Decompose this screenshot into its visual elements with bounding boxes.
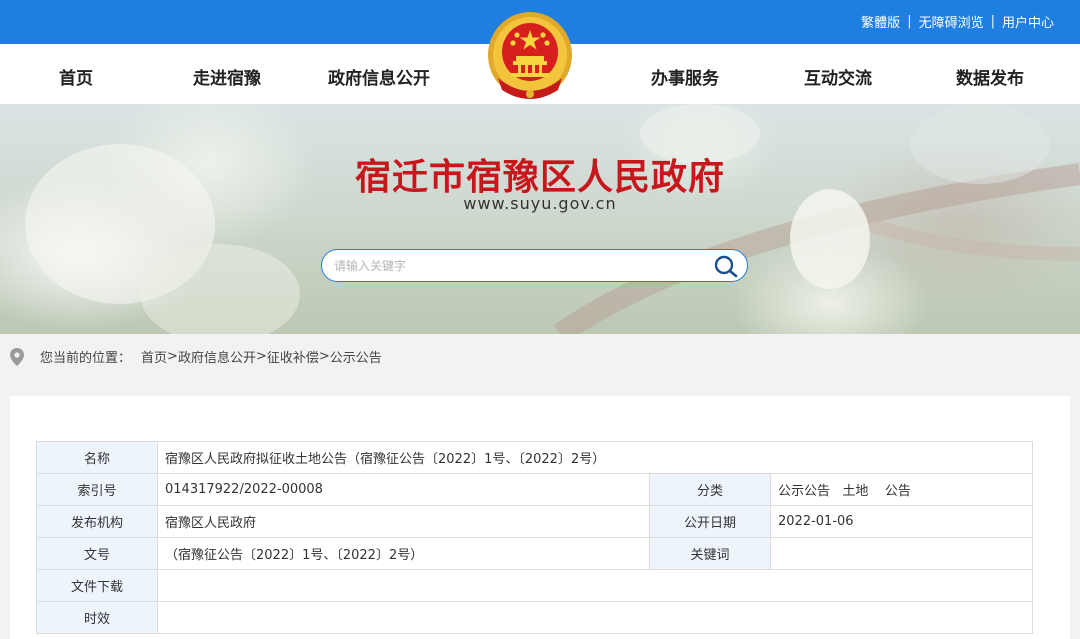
table-row: 时效	[36, 601, 1033, 634]
name-label: 名称	[36, 441, 158, 474]
document-info-table: 名称 宿豫区人民政府拟征收土地公告（宿豫征公告〔2022〕1号、〔2022〕2号…	[36, 441, 1033, 634]
site-title: 宿迁市宿豫区人民政府	[354, 156, 725, 198]
accessibility-link[interactable]: 无障碍浏览	[919, 12, 984, 31]
date-value: 2022-01-06	[770, 505, 1033, 538]
docno-value: （宿豫征公告〔2022〕1号、〔2022〕2号）	[157, 537, 650, 570]
search-icon[interactable]	[713, 254, 739, 278]
banner-background-image	[25, 104, 1080, 334]
keyword-value	[770, 537, 1033, 570]
search-box	[321, 249, 748, 282]
table-row: 文件下载	[36, 569, 1033, 602]
breadcrumb-gov-info[interactable]: 政府信息公开	[178, 347, 256, 366]
breadcrumb-separator: >	[255, 349, 267, 364]
index-value: 014317922/2022-00008	[157, 473, 650, 506]
breadcrumb-separator: >	[318, 349, 330, 364]
download-label: 文件下载	[36, 569, 158, 602]
search-input[interactable]	[334, 256, 704, 276]
divider: |	[990, 14, 995, 29]
breadcrumb-announcement[interactable]: 公示公告	[330, 347, 382, 366]
nav-item-interaction[interactable]: 互动交流	[804, 64, 872, 89]
category-value: 公示公告 土地 公告	[770, 473, 1033, 506]
validity-value	[157, 601, 1033, 634]
keyword-label: 关键词	[649, 537, 771, 570]
index-label: 索引号	[36, 473, 158, 506]
nav-item-about[interactable]: 走进宿豫	[193, 64, 261, 89]
date-label: 公开日期	[649, 505, 771, 538]
user-center-link[interactable]: 用户中心	[1002, 12, 1054, 31]
divider: |	[907, 14, 912, 29]
nav-item-gov-info[interactable]: 政府信息公开	[328, 64, 430, 89]
table-row: 索引号 014317922/2022-00008 分类 公示公告 土地 公告	[36, 473, 1033, 506]
breadcrumb-home[interactable]: 首页	[141, 347, 167, 366]
traditional-chinese-link[interactable]: 繁體版	[861, 12, 900, 31]
nav-item-services[interactable]: 办事服务	[651, 64, 719, 89]
hero-banner: 宿迁市宿豫区人民政府 www.suyu.gov.cn	[0, 104, 1080, 334]
national-emblem-icon[interactable]	[484, 8, 576, 104]
docno-label: 文号	[36, 537, 158, 570]
table-row: 文号 （宿豫征公告〔2022〕1号、〔2022〕2号） 关键词	[36, 537, 1033, 570]
org-value: 宿豫区人民政府	[157, 505, 650, 538]
breadcrumb: 您当前的位置： 首页 > 政府信息公开 > 征收补偿 > 公示公告	[10, 347, 382, 366]
nav-item-data[interactable]: 数据发布	[956, 64, 1024, 89]
nav-item-home[interactable]: 首页	[59, 64, 93, 89]
breadcrumb-bar: 您当前的位置： 首页 > 政府信息公开 > 征收补偿 > 公示公告	[0, 334, 1080, 378]
site-url: www.suyu.gov.cn	[463, 194, 617, 213]
download-value[interactable]	[157, 569, 1033, 602]
location-pin-icon	[10, 347, 24, 366]
top-links: 繁體版 | 无障碍浏览 | 用户中心	[861, 12, 1054, 31]
breadcrumb-lead: 您当前的位置：	[40, 351, 132, 366]
breadcrumb-compensation[interactable]: 征收补偿	[267, 347, 319, 366]
category-label: 分类	[649, 473, 771, 506]
table-row: 发布机构 宿豫区人民政府 公开日期 2022-01-06	[36, 505, 1033, 538]
org-label: 发布机构	[36, 505, 158, 538]
breadcrumb-separator: >	[167, 349, 178, 364]
validity-label: 时效	[36, 601, 158, 634]
name-value: 宿豫区人民政府拟征收土地公告（宿豫征公告〔2022〕1号、〔2022〕2号）	[157, 441, 1033, 474]
table-row: 名称 宿豫区人民政府拟征收土地公告（宿豫征公告〔2022〕1号、〔2022〕2号…	[36, 441, 1033, 474]
